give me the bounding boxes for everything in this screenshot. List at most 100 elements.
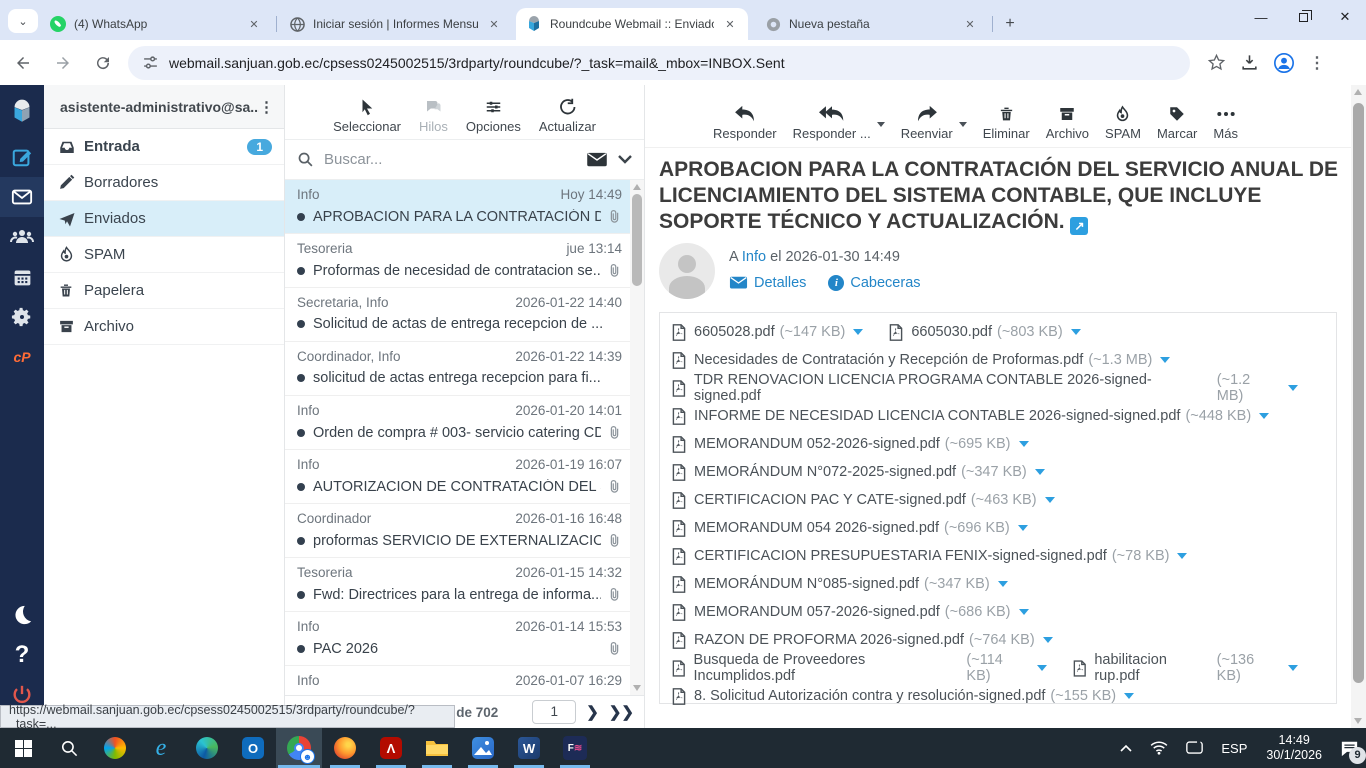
- archive-button[interactable]: Archivo: [1046, 105, 1089, 141]
- message-row[interactable]: Tesoreria2026-01-15 14:32 Fwd: Directric…: [285, 558, 630, 612]
- attachment[interactable]: RAZON DE PROFORMA 2026-signed.pdf (~764 …: [672, 632, 1053, 649]
- attachment-name[interactable]: 8. Solicitud Autorización contra y resol…: [694, 688, 1045, 704]
- taskbar-search-icon[interactable]: [46, 728, 92, 768]
- message-row[interactable]: Tesoreriajue 13:14 Proformas de necesida…: [285, 234, 630, 288]
- notification-center-icon[interactable]: 9: [1332, 728, 1366, 768]
- language-indicator[interactable]: ESP: [1221, 741, 1247, 756]
- attachment[interactable]: CERTIFICACION PAC Y CATE-signed.pdf (~46…: [672, 492, 1055, 509]
- attachment-menu-icon[interactable]: [1037, 665, 1047, 671]
- attachment-name[interactable]: MEMORANDUM 057-2026-signed.pdf: [694, 604, 940, 620]
- folder-enviados[interactable]: Enviados: [44, 201, 284, 237]
- attachment-name[interactable]: 6605028.pdf: [694, 324, 775, 340]
- forward-dropdown-icon[interactable]: [959, 122, 967, 127]
- attachment-name[interactable]: INFORME DE NECESIDAD LICENCIA CONTABLE 2…: [694, 408, 1180, 424]
- mark-button[interactable]: Marcar: [1157, 105, 1197, 141]
- scroll-thumb[interactable]: [1353, 103, 1364, 683]
- taskbar-clock[interactable]: 14:49 30/1/2026: [1266, 733, 1322, 763]
- attachment[interactable]: CERTIFICACION PRESUPUESTARIA FENIX-signe…: [672, 548, 1187, 565]
- message-row[interactable]: Secretaria, Info2026-01-22 14:40 Solicit…: [285, 288, 630, 342]
- close-button[interactable]: ✕: [1324, 0, 1366, 34]
- minimize-button[interactable]: —: [1240, 0, 1282, 34]
- attachment-menu-icon[interactable]: [1288, 665, 1298, 671]
- attachment-menu-icon[interactable]: [1124, 693, 1134, 699]
- attachment-name[interactable]: CERTIFICACION PRESUPUESTARIA FENIX-signe…: [694, 548, 1107, 564]
- options-button[interactable]: Opciones: [466, 98, 521, 134]
- mail-nav-icon[interactable]: [0, 177, 44, 217]
- message-row[interactable]: InfoHoy 14:49 APROBACION PARA LA CONTRAT…: [285, 180, 630, 234]
- attachment-menu-icon[interactable]: [1043, 637, 1053, 643]
- attachment-menu-icon[interactable]: [1018, 525, 1028, 531]
- scroll-up-arrow[interactable]: [633, 184, 641, 190]
- copilot-icon[interactable]: [92, 728, 138, 768]
- folder-archivo[interactable]: Archivo: [44, 309, 284, 345]
- folder-borradores[interactable]: Borradores: [44, 165, 284, 201]
- tab-roundcube-active[interactable]: Roundcube Webmail :: Enviados ✕: [516, 8, 748, 40]
- recipient-link[interactable]: Info: [742, 249, 766, 265]
- attachment-name[interactable]: MEMORÁNDUM N°072-2025-signed.pdf: [694, 464, 956, 480]
- attachment-menu-icon[interactable]: [1160, 357, 1170, 363]
- reply-all-button[interactable]: Responder ...: [793, 105, 871, 141]
- attachment-menu-icon[interactable]: [1035, 469, 1045, 475]
- open-in-new-window-icon[interactable]: ↗: [1070, 217, 1088, 235]
- folder-spam[interactable]: SPAM: [44, 237, 284, 273]
- attachment[interactable]: MEMORANDUM 057-2026-signed.pdf (~686 KB): [672, 604, 1029, 621]
- url-bar[interactable]: webmail.sanjuan.gob.ec/cpsess0245002515/…: [128, 46, 1190, 80]
- folder-papelera[interactable]: Papelera: [44, 273, 284, 309]
- delete-button[interactable]: Eliminar: [983, 105, 1030, 141]
- scroll-down-arrow[interactable]: [1354, 718, 1362, 724]
- restore-button[interactable]: [1282, 0, 1324, 34]
- tab-new[interactable]: Nueva pestaña ✕: [756, 8, 988, 40]
- last-page-icon[interactable]: ❯❯: [609, 703, 634, 721]
- account-menu-icon[interactable]: ⋮: [259, 98, 274, 116]
- attachment[interactable]: 6605028.pdf (~147 KB): [672, 324, 863, 341]
- reload-icon[interactable]: [86, 46, 120, 80]
- attachment-menu-icon[interactable]: [1177, 553, 1187, 559]
- photos-icon[interactable]: [460, 728, 506, 768]
- attachment-menu-icon[interactable]: [1071, 329, 1081, 335]
- fes-app-icon[interactable]: F≋: [552, 728, 598, 768]
- attachment[interactable]: INFORME DE NECESIDAD LICENCIA CONTABLE 2…: [672, 408, 1269, 425]
- forward-icon[interactable]: [46, 46, 80, 80]
- select-button[interactable]: Seleccionar: [333, 98, 401, 134]
- attachment-menu-icon[interactable]: [1019, 441, 1029, 447]
- attachment-name[interactable]: 6605030.pdf: [911, 324, 992, 340]
- tab-close-icon[interactable]: ✕: [486, 16, 502, 32]
- search-options-chevron-icon[interactable]: [618, 155, 632, 164]
- message-row[interactable]: Info2026-01-20 14:01 Orden de compra # 0…: [285, 396, 630, 450]
- scroll-thumb[interactable]: [632, 194, 642, 286]
- message-row[interactable]: Coordinador2026-01-16 16:48 proformas SE…: [285, 504, 630, 558]
- more-button[interactable]: Más: [1213, 105, 1238, 141]
- compose-icon[interactable]: [0, 137, 44, 177]
- attachment-name[interactable]: MEMORANDUM 054 2026-signed.pdf: [694, 520, 939, 536]
- contacts-icon[interactable]: [0, 217, 44, 257]
- attachment-name[interactable]: Necesidades de Contratación y Recepción …: [694, 352, 1083, 368]
- scroll-down-arrow[interactable]: [633, 685, 641, 691]
- attachment-menu-icon[interactable]: [1259, 413, 1269, 419]
- forward-button[interactable]: Reenviar: [901, 105, 953, 141]
- attachment-name[interactable]: MEMORÁNDUM N°085-signed.pdf: [694, 576, 919, 592]
- attachment-menu-icon[interactable]: [1288, 385, 1298, 391]
- attachment[interactable]: MEMORÁNDUM N°072-2025-signed.pdf (~347 K…: [672, 464, 1045, 481]
- tab-close-icon[interactable]: ✕: [962, 16, 978, 32]
- profile-avatar-icon[interactable]: [1273, 52, 1295, 74]
- attachment-menu-icon[interactable]: [853, 329, 863, 335]
- details-toggle[interactable]: Detalles: [729, 275, 806, 291]
- attachment[interactable]: TDR RENOVACION LICENCIA PROGRAMA CONTABL…: [672, 372, 1298, 404]
- spam-button[interactable]: SPAM: [1105, 105, 1141, 141]
- tab-close-icon[interactable]: ✕: [246, 16, 262, 32]
- outlook-icon[interactable]: O: [230, 728, 276, 768]
- settings-gear-icon[interactable]: [0, 297, 44, 337]
- new-tab-button[interactable]: +: [998, 12, 1022, 36]
- headers-toggle[interactable]: i Cabeceras: [828, 275, 920, 291]
- attachment-name[interactable]: CERTIFICACION PAC Y CATE-signed.pdf: [694, 492, 966, 508]
- attachment[interactable]: Busqueda de Proveedores Incumplidos.pdf …: [672, 652, 1047, 684]
- reply-button[interactable]: Responder: [713, 105, 777, 141]
- site-settings-icon[interactable]: [142, 54, 159, 71]
- search-bar[interactable]: Buscar...: [285, 140, 644, 180]
- internet-explorer-icon[interactable]: e: [138, 728, 184, 768]
- scope-envelope-icon[interactable]: [586, 152, 608, 168]
- tab-informes[interactable]: Iniciar sesión | Informes Mensua ✕: [280, 8, 512, 40]
- browser-menu-icon[interactable]: ⋮: [1309, 53, 1325, 73]
- file-explorer-icon[interactable]: [414, 728, 460, 768]
- edge-icon[interactable]: [184, 728, 230, 768]
